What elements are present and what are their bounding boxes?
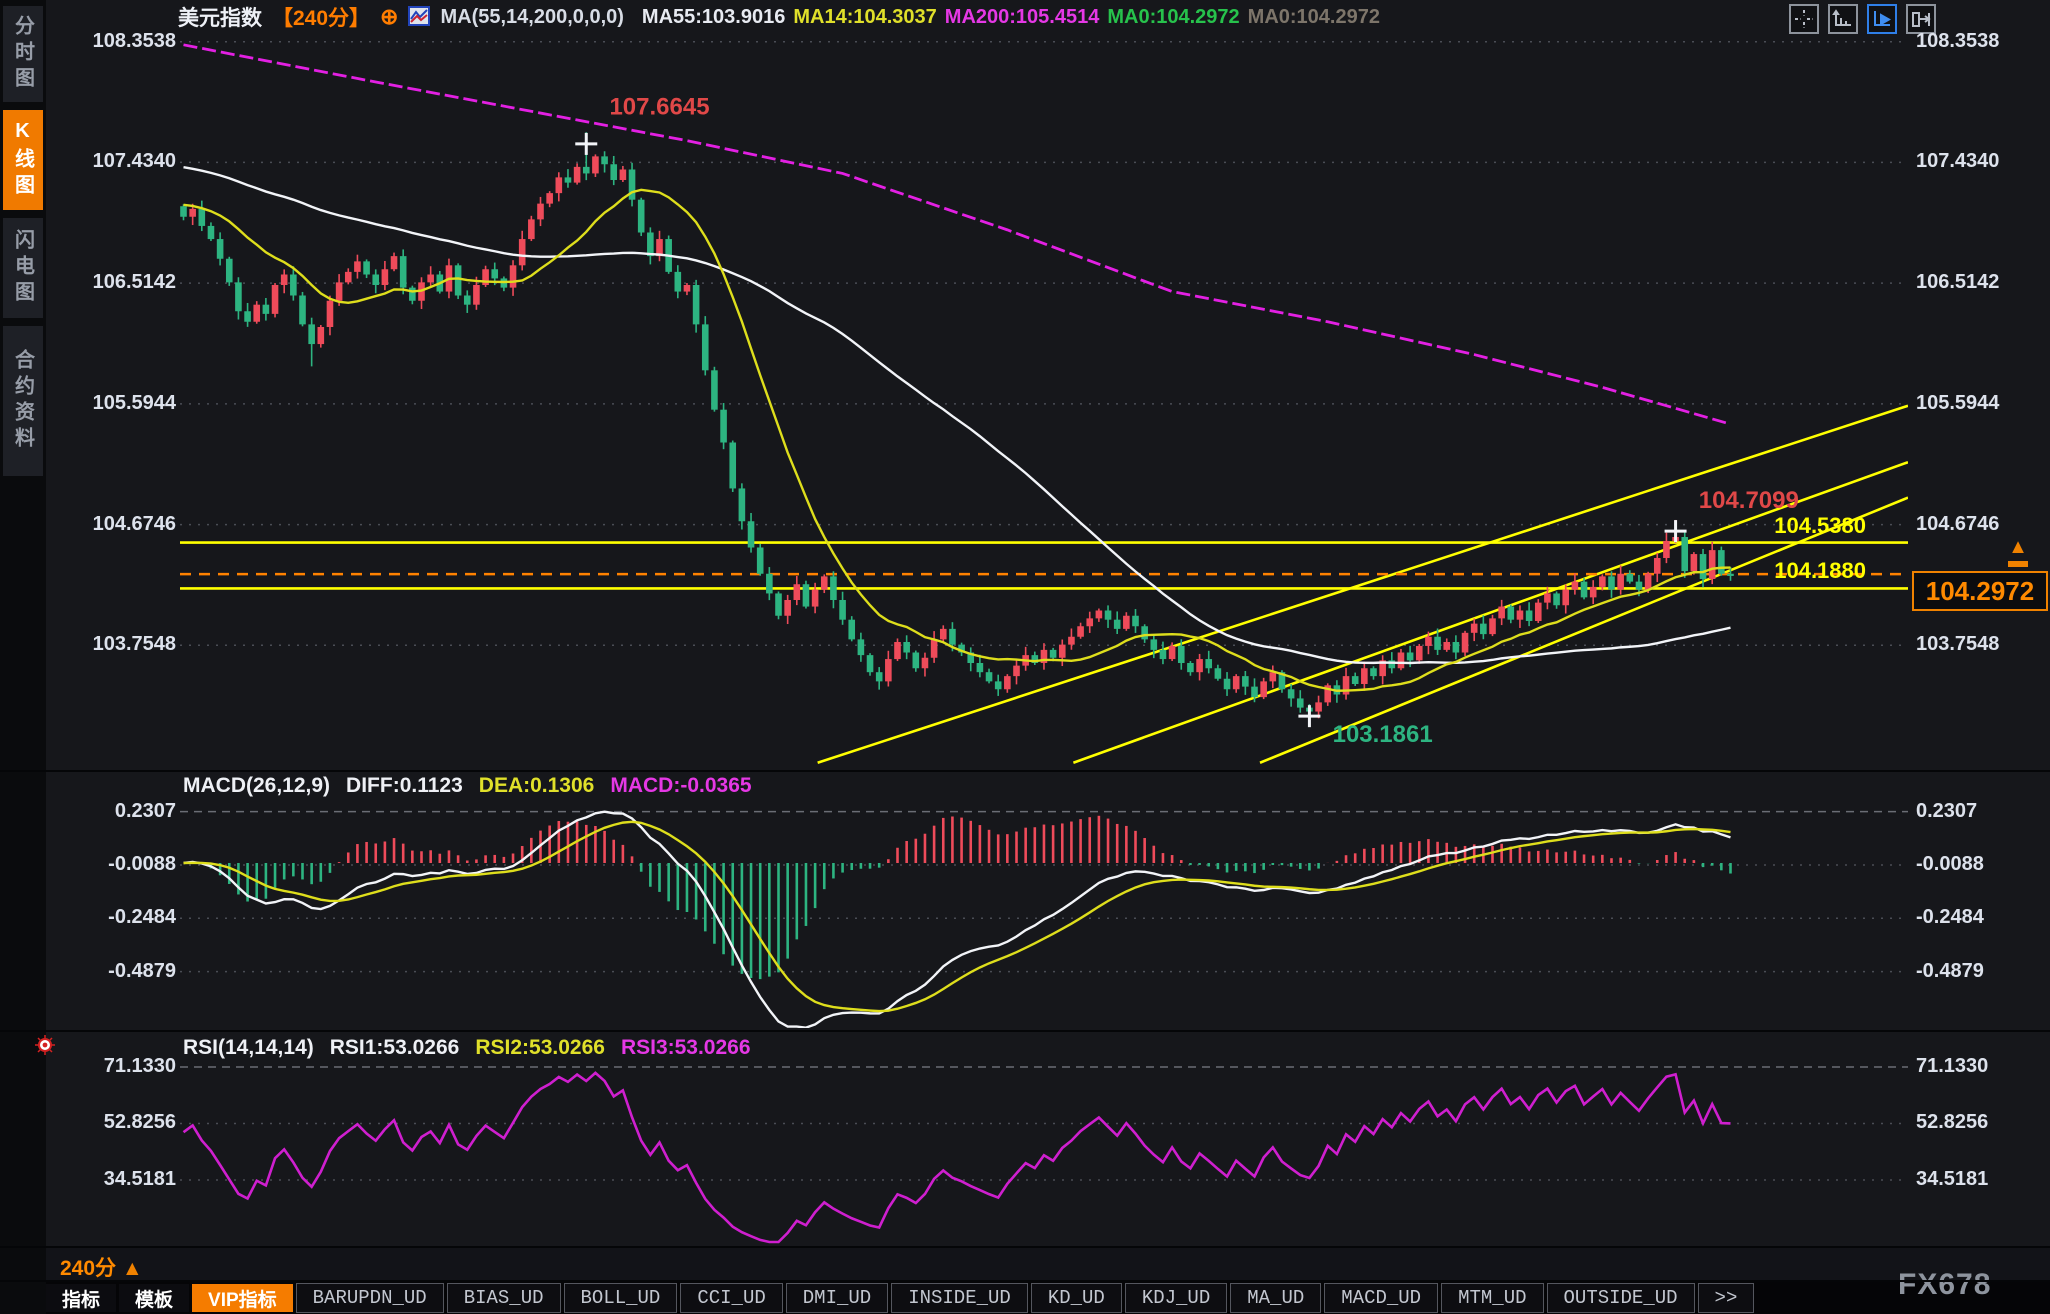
macd-tick-left: -0.0088 <box>58 853 176 876</box>
svg-text:107.6645: 107.6645 <box>609 93 709 120</box>
macd-tick-left: -0.4879 <box>58 960 176 983</box>
footer-period-toggle[interactable]: 240分 ▲ <box>60 1252 143 1282</box>
price-tick-left: 108.3538 <box>58 30 176 53</box>
pane-separator <box>0 770 2050 772</box>
price-tick-right: 105.5944 <box>1916 392 1999 415</box>
app-window: 分时图K线图闪电图合约资料 美元指数 【240分】 ⊕ MA(55,14,200… <box>0 0 2050 1314</box>
rsi-tick-left: 52.8256 <box>58 1111 176 1134</box>
hline-label: 104.5380 <box>1748 513 1866 539</box>
toolbar-tab->>[interactable]: >> <box>1698 1283 1755 1313</box>
toolbar-tab-INSIDE_UD[interactable]: INSIDE_UD <box>891 1283 1028 1313</box>
price-tick-right: 104.6746 <box>1916 513 1999 536</box>
chart-canvas[interactable]: 107.6645 103.1861 104.7099 <box>0 0 2050 1314</box>
price-tick-right: 103.7548 <box>1916 633 1999 656</box>
toolbar-tab-CCI_UD[interactable]: CCI_UD <box>680 1283 782 1313</box>
svg-text:103.1861: 103.1861 <box>1333 721 1433 748</box>
toolbar-tab-BIAS_UD[interactable]: BIAS_UD <box>447 1283 561 1313</box>
pane-separator <box>0 1280 2050 1282</box>
toolbar-tab-MA_UD[interactable]: MA_UD <box>1230 1283 1321 1313</box>
price-tick-right: 108.3538 <box>1916 30 1999 53</box>
rsi-tick-right: 34.5181 <box>1916 1168 1988 1191</box>
brand-watermark: FX678 <box>1898 1268 1991 1302</box>
rsi-tick-left: 34.5181 <box>58 1168 176 1191</box>
price-tick-left: 106.5142 <box>58 271 176 294</box>
price-tick-left: 103.7548 <box>58 633 176 656</box>
toolbar-tab-指标[interactable]: 指标 <box>46 1284 116 1312</box>
footer-period-label: 240分 <box>60 1257 116 1280</box>
toolbar-tab-OUTSIDE_UD[interactable]: OUTSIDE_UD <box>1547 1283 1695 1313</box>
hline-label: 104.1880 <box>1748 558 1866 584</box>
rsi-tick-right: 52.8256 <box>1916 1111 1988 1134</box>
toolbar-tab-DMI_UD[interactable]: DMI_UD <box>786 1283 888 1313</box>
toolbar-tab-KD_UD[interactable]: KD_UD <box>1031 1283 1122 1313</box>
indicator-toolbar: 指标模板VIP指标BARUPDN_UDBIAS_UDBOLL_UDCCI_UDD… <box>46 1282 2050 1314</box>
price-tick-right: 106.5142 <box>1916 271 1999 294</box>
toolbar-tab-BOLL_UD[interactable]: BOLL_UD <box>564 1283 678 1313</box>
pane-separator <box>0 1246 2050 1248</box>
price-tick-left: 104.6746 <box>58 513 176 536</box>
macd-tick-right: -0.2484 <box>1916 906 1984 929</box>
toolbar-tab-模板[interactable]: 模板 <box>119 1284 189 1312</box>
macd-tick-left: -0.2484 <box>58 906 176 929</box>
macd-tick-left: 0.2307 <box>58 800 176 823</box>
macd-tick-right: 0.2307 <box>1916 800 1977 823</box>
toolbar-tab-BARUPDN_UD[interactable]: BARUPDN_UD <box>296 1283 444 1313</box>
macd-tick-right: -0.4879 <box>1916 960 1984 983</box>
toolbar-tab-VIP指标[interactable]: VIP指标 <box>192 1284 293 1312</box>
rsi-tick-left: 71.1330 <box>58 1055 176 1078</box>
svg-text:104.7099: 104.7099 <box>1699 487 1799 514</box>
up-triangle-icon: ▲ <box>122 1257 143 1280</box>
current-price-box: 104.2972 <box>1912 571 2048 611</box>
pane-separator <box>0 1030 2050 1032</box>
price-up-arrow-icon: ▲▬ <box>2008 540 2028 568</box>
date-axis <box>46 1248 2050 1280</box>
macd-tick-right: -0.0088 <box>1916 853 1984 876</box>
target-icon[interactable] <box>34 1034 56 1061</box>
price-tick-right: 107.4340 <box>1916 150 1999 173</box>
rsi-tick-right: 71.1330 <box>1916 1055 1988 1078</box>
toolbar-tab-MACD_UD[interactable]: MACD_UD <box>1324 1283 1438 1313</box>
price-tick-left: 105.5944 <box>58 392 176 415</box>
price-tick-left: 107.4340 <box>58 150 176 173</box>
toolbar-tab-MTM_UD[interactable]: MTM_UD <box>1441 1283 1543 1313</box>
toolbar-tab-KDJ_UD[interactable]: KDJ_UD <box>1125 1283 1227 1313</box>
